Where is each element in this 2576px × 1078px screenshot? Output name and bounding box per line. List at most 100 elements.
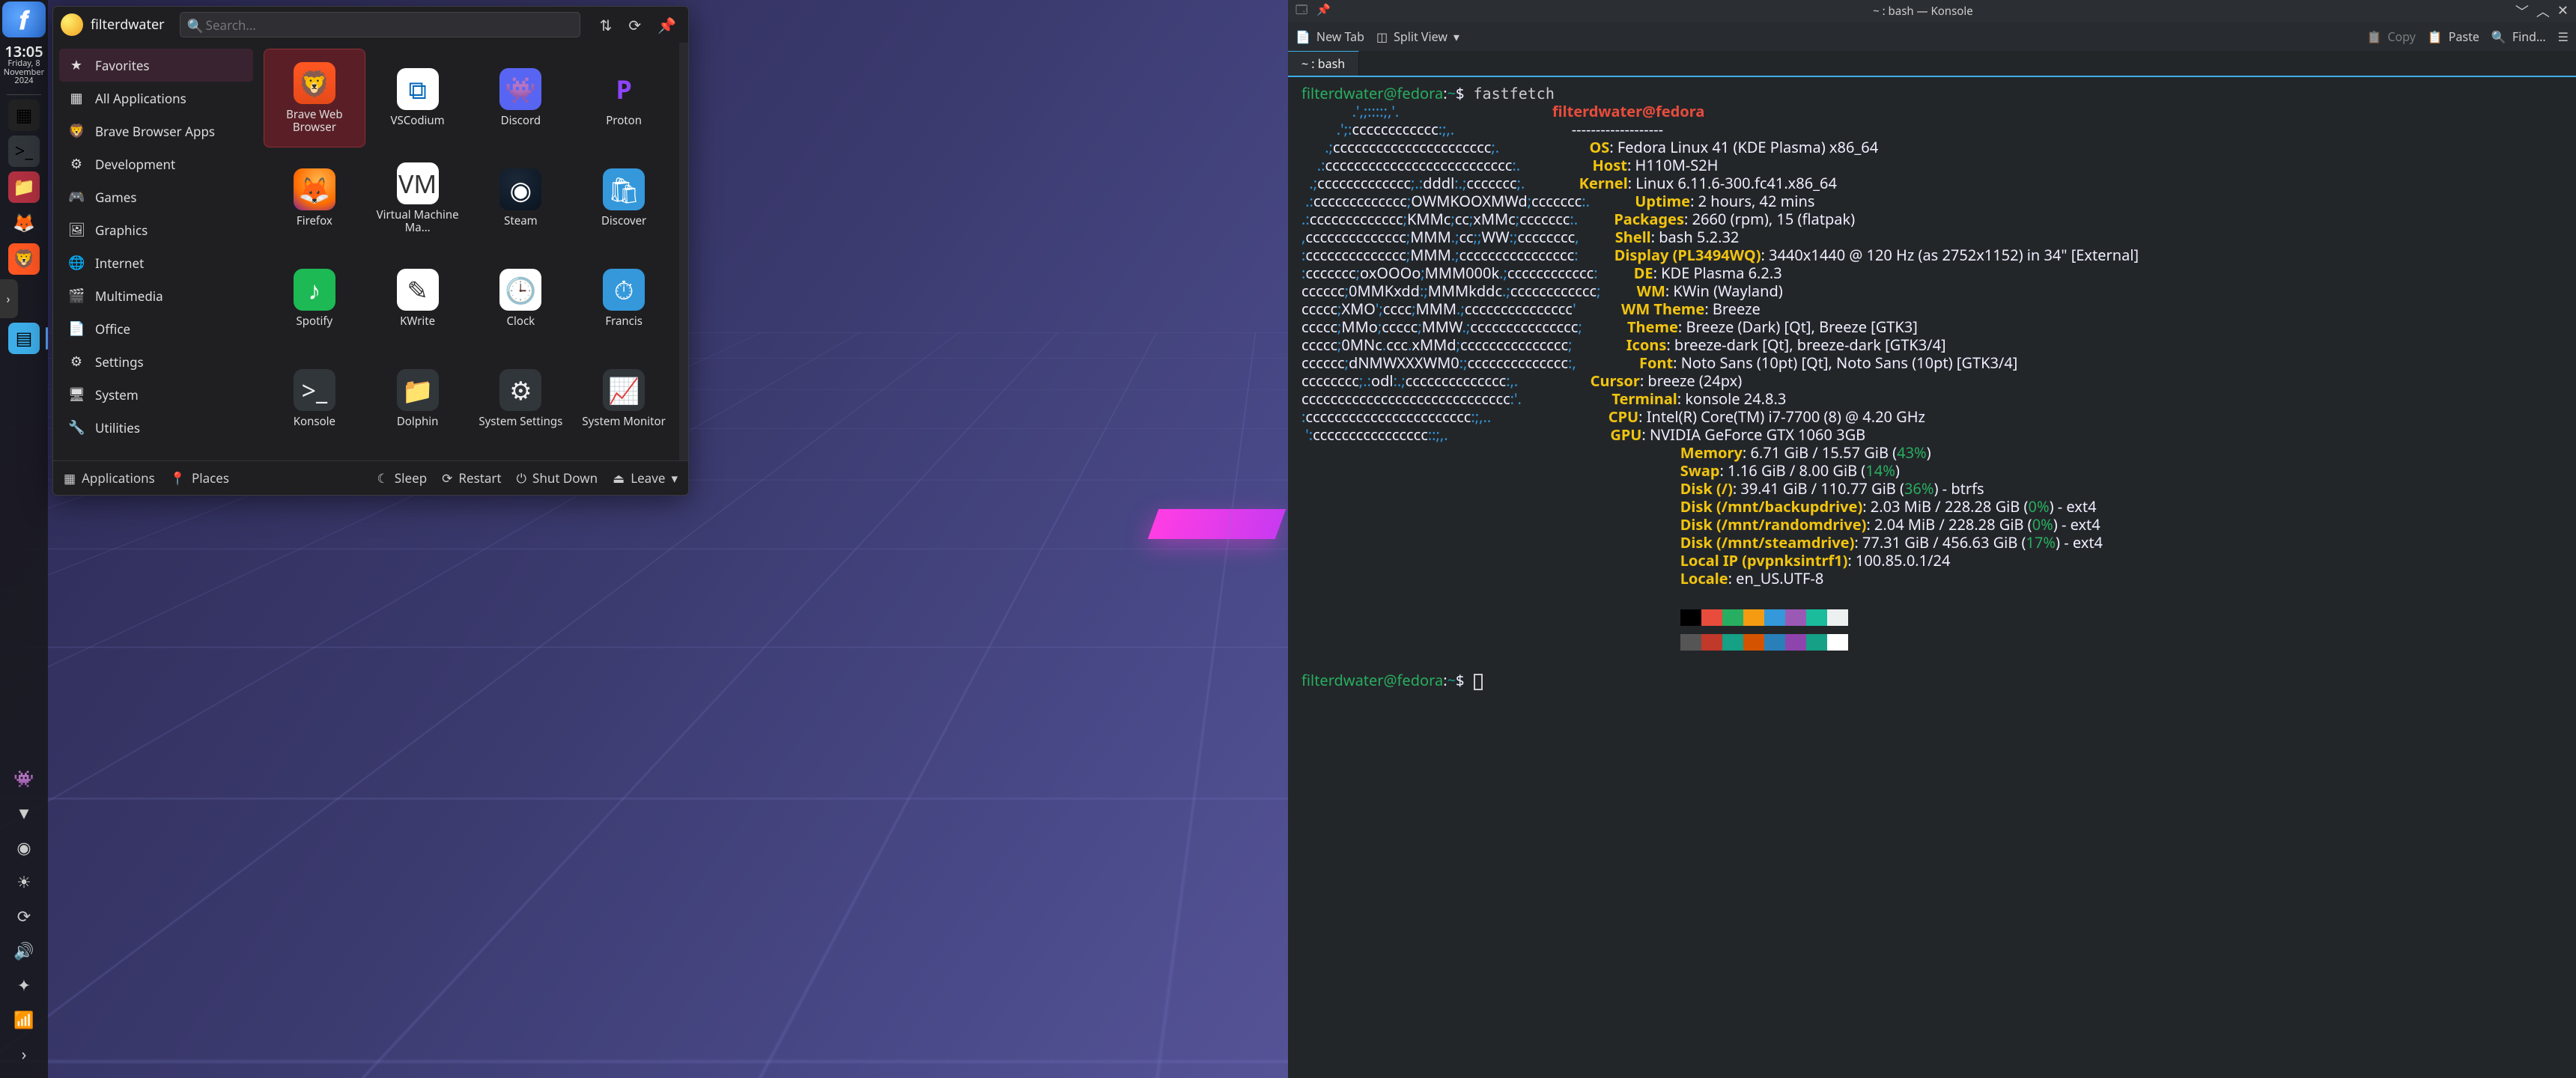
app-launcher-button[interactable]: 𝒇 <box>2 1 46 37</box>
app-icon: 📈 <box>603 369 645 411</box>
category-brave-browser-apps[interactable]: 🦁Brave Browser Apps <box>59 115 253 147</box>
maximize-button[interactable]: ︿ <box>2536 1 2550 21</box>
find-button[interactable]: 🔍 Find… <box>2491 28 2546 45</box>
discord-tray[interactable]: 👾 <box>13 768 34 789</box>
app-icon: >_ <box>294 369 335 411</box>
app-steam[interactable]: ◉Steam <box>470 149 572 248</box>
category-multimedia[interactable]: 🎬Multimedia <box>59 279 253 312</box>
category-games[interactable]: 🎮Games <box>59 180 253 213</box>
search-input[interactable] <box>180 12 580 37</box>
category-development[interactable]: ⚙Development <box>59 147 253 180</box>
user-chip[interactable]: filterdwater <box>61 13 165 36</box>
app-konsole[interactable]: >_ Konsole <box>264 350 365 448</box>
proton-tray[interactable]: ▼ <box>13 803 34 823</box>
hamburger-menu-button[interactable]: ☰ <box>2558 28 2569 45</box>
category-label: Multimedia <box>95 287 163 305</box>
category-label: Internet <box>95 255 144 272</box>
app-grid: 🦁Brave Web Browser⧉VSCodium👾DiscordPProt… <box>259 43 679 460</box>
category-utilities[interactable]: 🔧Utilities <box>59 411 253 444</box>
panel-divider <box>7 94 41 95</box>
app-icon: 📁 <box>397 369 439 411</box>
window-titlebar[interactable]: 🗔 📌 ~ : bash — Konsole ﹀ ︿ ✕ <box>1288 0 2576 22</box>
dolphin-task[interactable]: 📁 <box>8 171 40 203</box>
category-label: Favorites <box>95 57 150 74</box>
app-kwrite[interactable]: ✎KWrite <box>367 249 469 348</box>
konsole-tab-bar: ~ : bash <box>1288 51 2576 77</box>
places-tab[interactable]: 📍 Places <box>170 469 229 487</box>
category-office[interactable]: 📄Office <box>59 312 253 345</box>
app-icon: ◉ <box>499 168 541 210</box>
app-system-settings[interactable]: ⚙ System Settings <box>470 350 572 448</box>
desktop-pager[interactable]: ▦ <box>8 100 40 131</box>
pin-window-icon[interactable]: 📌 <box>1316 2 1331 21</box>
copy-button[interactable]: 📋 Copy <box>2366 28 2415 45</box>
app-label: System Monitor <box>582 415 665 428</box>
panel-expand-arrow[interactable]: › <box>0 279 18 318</box>
app-discover[interactable]: 🛍 Discover <box>573 149 675 248</box>
app-firefox[interactable]: 🦊Firefox <box>264 149 365 248</box>
app-label: System Settings <box>479 415 562 428</box>
category-all-applications[interactable]: ▦All Applications <box>59 82 253 115</box>
close-button[interactable]: ✕ <box>2557 1 2569 21</box>
category-settings[interactable]: ⚙Settings <box>59 345 253 378</box>
username-label: filterdwater <box>91 16 165 34</box>
category-system[interactable]: 🖥System <box>59 378 253 411</box>
applications-tab[interactable]: ▦ Applications <box>64 469 155 487</box>
category-icon: ⚙ <box>68 155 85 173</box>
app-icon: 🕒 <box>499 269 541 311</box>
panel-clock[interactable]: 13:05 Friday, 8 November 2024 <box>0 39 48 90</box>
leave-button[interactable]: ⏏ Leave ▾ <box>613 469 678 487</box>
app-virtual-machine-ma-[interactable]: VMVirtual Machine Ma… <box>367 149 469 248</box>
category-graphics[interactable]: 🖼Graphics <box>59 213 253 246</box>
settings-icon[interactable]: ⟳ <box>624 10 645 40</box>
sleep-button[interactable]: ☾ Sleep <box>377 469 428 487</box>
app-icon: ⏱ <box>603 269 645 311</box>
konsole-toolbar: 📄 New Tab ◫ Split View ▾ 📋 Copy 📋 Paste … <box>1288 22 2576 51</box>
app-vscodium[interactable]: ⧉VSCodium <box>367 49 469 147</box>
app-label: Spotify <box>297 315 333 328</box>
brightness-tray[interactable]: ☀ <box>13 871 34 892</box>
app-clock[interactable]: 🕒 Clock <box>470 249 572 348</box>
category-icon: 📄 <box>68 320 85 338</box>
app-icon: 🛍 <box>603 168 645 210</box>
app-label: KWrite <box>400 315 435 328</box>
volume-tray[interactable]: 🔊 <box>13 940 34 961</box>
category-label: Brave Browser Apps <box>95 123 215 140</box>
minimize-button[interactable]: ﹀ <box>2515 1 2529 21</box>
app-label: Brave Web Browser <box>270 109 359 135</box>
app-system-monitor[interactable]: 📈 System Monitor <box>573 350 675 448</box>
updates-tray[interactable]: ⟳ <box>13 906 34 927</box>
launcher-scrollbar[interactable] <box>679 43 688 460</box>
category-internet[interactable]: 🌐Internet <box>59 246 253 279</box>
split-view-button[interactable]: ◫ Split View ▾ <box>1376 28 1459 45</box>
app-icon: ⚙ <box>499 369 541 411</box>
network-tray[interactable]: 📶 <box>13 1009 34 1030</box>
category-favorites[interactable]: ★Favorites <box>59 49 253 82</box>
sort-icon[interactable]: ⇅ <box>595 10 617 40</box>
terminal-tab[interactable]: ~ : bash <box>1288 51 1359 76</box>
app-proton[interactable]: PProton <box>573 49 675 147</box>
night-tray[interactable]: ✦ <box>13 975 34 996</box>
restart-button[interactable]: ⟳ Restart <box>442 469 501 487</box>
expand-tray[interactable]: › <box>13 1044 34 1065</box>
konsole-task[interactable]: >_ <box>8 135 40 167</box>
terminal-output[interactable]: filterdwater@fedora:~$ fastfetch .',;:::… <box>1288 77 2576 1078</box>
steam-tray[interactable]: ◉ <box>13 837 34 858</box>
app-label: Clock <box>507 315 535 328</box>
category-icon: ▦ <box>68 89 85 107</box>
app-discord[interactable]: 👾Discord <box>470 49 572 147</box>
app-label: Konsole <box>294 415 335 428</box>
active-window-task[interactable]: ▤ <box>8 323 40 354</box>
app-francis[interactable]: ⏱Francis <box>573 249 675 348</box>
shutdown-button[interactable]: ⏻ Shut Down <box>517 469 598 487</box>
app-dolphin[interactable]: 📁Dolphin <box>367 350 469 448</box>
app-label: Discover <box>601 215 646 228</box>
firefox-task[interactable]: 🦊 <box>8 207 40 239</box>
pin-icon[interactable]: 📌 <box>653 10 681 40</box>
app-icon: ♪ <box>294 269 335 311</box>
brave-task[interactable]: 🦁 <box>8 243 40 275</box>
app-brave-web-browser[interactable]: 🦁Brave Web Browser <box>264 49 365 147</box>
app-spotify[interactable]: ♪ Spotify <box>264 249 365 348</box>
new-tab-button[interactable]: 📄 New Tab <box>1295 28 1364 45</box>
paste-button[interactable]: 📋 Paste <box>2428 28 2479 45</box>
